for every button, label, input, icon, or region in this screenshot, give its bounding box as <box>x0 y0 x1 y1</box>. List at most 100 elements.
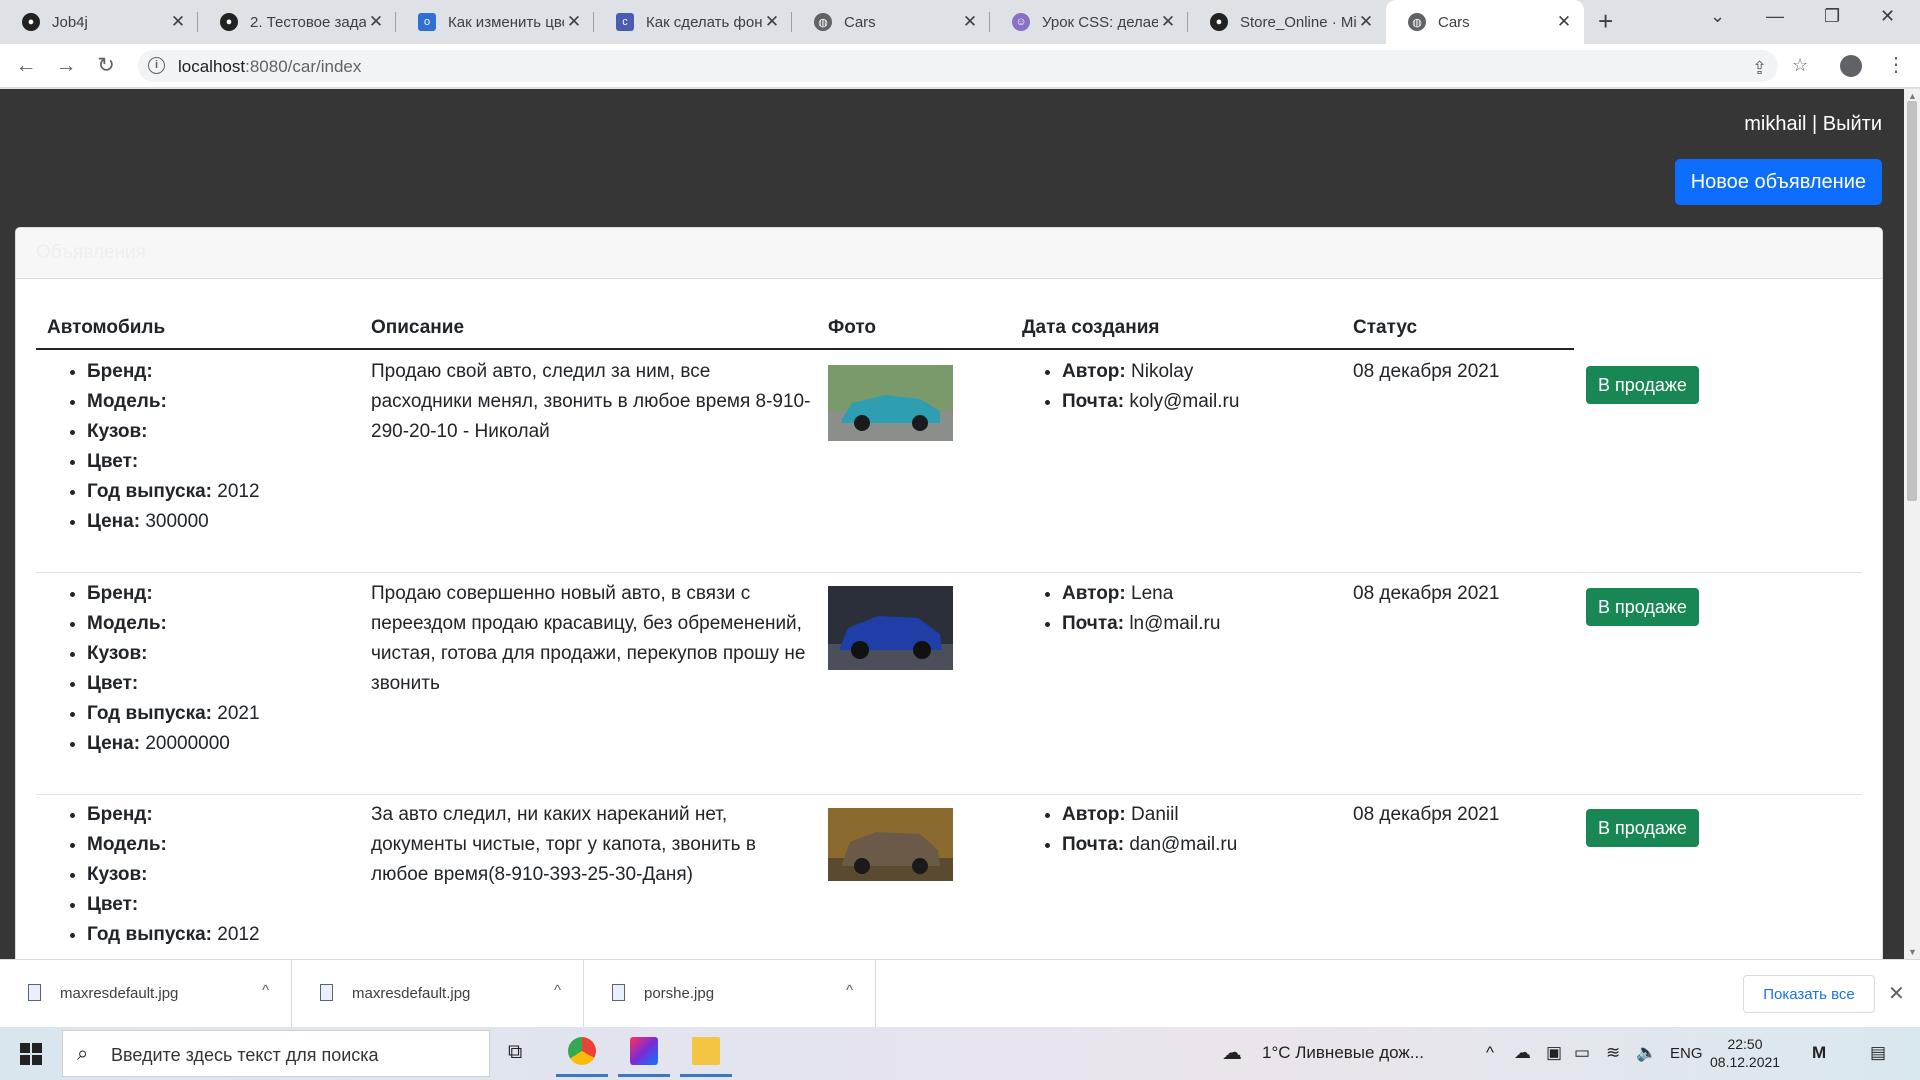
tray-expand-icon[interactable]: ^ <box>1486 1043 1494 1063</box>
github-icon: ● <box>1210 13 1228 31</box>
ads-card: Объявления Автомобиль Описание Фото Дата… <box>15 227 1883 959</box>
download-filename: maxresdefault.jpg <box>60 985 179 1002</box>
close-icon[interactable]: ✕ <box>1888 981 1905 1006</box>
task-view-icon[interactable]: ⧉ <box>508 1041 522 1064</box>
row-divider <box>36 794 1862 795</box>
clock-time: 22:50 <box>1727 1036 1763 1052</box>
battery-icon[interactable]: ▭ <box>1574 1043 1590 1063</box>
weather-icon[interactable]: ☁ <box>1222 1040 1242 1065</box>
row-divider <box>36 572 1862 573</box>
download-item[interactable]: porshe.jpg ^ <box>584 960 876 1028</box>
site-info-icon[interactable]: i <box>148 57 165 74</box>
tab-cars-1[interactable]: ◍ Cars ✕ <box>792 0 990 44</box>
taskbar-chrome[interactable] <box>552 1033 612 1077</box>
minimize-icon[interactable]: — <box>1766 6 1784 27</box>
close-icon[interactable]: ✕ <box>1158 12 1178 32</box>
table-row-1-description: Продаю свой авто, следил за ним, все рас… <box>371 361 811 442</box>
windows-taskbar: ⌕ Введите здесь текст для поиска ⧉ ☁ 1°C… <box>0 1027 1920 1080</box>
tab-css-lesson[interactable]: ☺ Урок CSS: делаем ✕ <box>990 0 1188 44</box>
user-logout-link[interactable]: mikhail | Выйти <box>1744 113 1882 136</box>
list-item: Модель: <box>87 387 260 417</box>
scroll-down-icon[interactable]: ▼ <box>1908 947 1917 957</box>
taskbar-intellij[interactable] <box>614 1033 674 1077</box>
weather-text[interactable]: 1°C Ливневые дож... <box>1262 1043 1424 1063</box>
list-item: Модель: <box>87 830 260 860</box>
tab-color[interactable]: o Как изменить цвет ✕ <box>396 0 594 44</box>
car-photo[interactable] <box>828 586 953 670</box>
windows-start-icon[interactable] <box>20 1043 42 1065</box>
app-tray-icon[interactable]: M <box>1812 1043 1826 1063</box>
active-indicator <box>680 1074 732 1077</box>
list-item: Почта: dan@mail.ru <box>1062 830 1237 860</box>
taskbar-clock[interactable]: 22:50 08.12.2021 <box>1710 1035 1780 1071</box>
list-item: Бренд: <box>87 800 260 830</box>
close-icon[interactable]: ✕ <box>564 12 584 32</box>
list-item: Автор: Nikolay <box>1062 357 1239 387</box>
close-icon[interactable]: ✕ <box>960 12 980 32</box>
table-row-1-author: Автор: Nikolay Почта: koly@mail.ru <box>1022 357 1239 417</box>
scroll-up-icon[interactable]: ▲ <box>1908 91 1917 101</box>
show-all-downloads-button[interactable]: Показать все <box>1743 975 1875 1013</box>
close-icon[interactable]: ✕ <box>1554 12 1574 32</box>
chevron-up-icon[interactable]: ^ <box>554 982 561 999</box>
taskbar-search-input[interactable]: ⌕ Введите здесь текст для поиска <box>62 1030 490 1077</box>
forward-icon[interactable]: → <box>52 52 80 80</box>
site-icon: ☺ <box>1012 13 1030 31</box>
share-icon[interactable]: ⇪ <box>1752 58 1767 79</box>
list-item: Кузов: <box>87 860 260 890</box>
taskbar-explorer[interactable] <box>676 1033 736 1077</box>
tab-background[interactable]: c Как сделать фон ✕ <box>594 0 792 44</box>
car-photo[interactable] <box>828 365 953 441</box>
download-item[interactable]: maxresdefault.jpg ^ <box>292 960 584 1028</box>
list-item: Цена: 300000 <box>87 507 260 537</box>
new-ad-button[interactable]: Новое объявление <box>1674 159 1882 205</box>
reload-icon[interactable]: ↻ <box>92 52 120 80</box>
wifi-icon[interactable]: ≋ <box>1606 1043 1620 1063</box>
tab-search-chevron-icon[interactable]: ⌄ <box>1710 6 1725 27</box>
status-badge[interactable]: В продаже <box>1586 366 1699 404</box>
address-bar[interactable]: i localhost:8080/car/index ⇪ <box>138 50 1778 82</box>
close-icon[interactable]: ✕ <box>762 12 782 32</box>
device-icon[interactable]: ▣ <box>1546 1043 1562 1063</box>
window-close-icon[interactable]: ✕ <box>1880 6 1895 27</box>
car-photo[interactable] <box>828 808 953 881</box>
tab-cars-active[interactable]: ◍ Cars ✕ <box>1386 0 1584 44</box>
list-item: Автор: Daniil <box>1062 800 1237 830</box>
list-item: Цена: 20000000 <box>87 729 260 759</box>
clock-date: 08.12.2021 <box>1710 1054 1781 1070</box>
list-item: Цвет: <box>87 669 260 699</box>
scrollbar-thumb[interactable] <box>1907 101 1917 501</box>
list-item: Бренд: <box>87 357 260 387</box>
profile-avatar-icon[interactable] <box>1840 55 1862 77</box>
close-icon[interactable]: ✕ <box>366 12 386 32</box>
list-item: Бренд: <box>87 579 260 609</box>
menu-kebab-icon[interactable]: ⋮ <box>1886 52 1906 77</box>
status-badge[interactable]: В продаже <box>1586 809 1699 847</box>
chevron-up-icon[interactable]: ^ <box>846 982 853 999</box>
browser-tabstrip: ● Job4j ✕ ● 2. Тестовое задание ✕ o Как … <box>0 0 1920 44</box>
chrome-icon <box>568 1037 596 1065</box>
bookmark-star-icon[interactable]: ☆ <box>1792 55 1808 76</box>
chevron-up-icon[interactable]: ^ <box>262 982 269 999</box>
notifications-icon[interactable]: ▤ <box>1870 1043 1886 1063</box>
page-scrollbar[interactable]: ▲ ▼ <box>1904 89 1920 959</box>
language-indicator[interactable]: ENG <box>1670 1045 1703 1062</box>
address-url[interactable]: localhost:8080/car/index <box>178 57 361 77</box>
tab-github-task[interactable]: ● 2. Тестовое задание ✕ <box>198 0 396 44</box>
intellij-icon <box>630 1037 658 1065</box>
new-tab-icon[interactable]: + <box>1598 6 1613 37</box>
table-header-divider <box>36 348 1574 350</box>
status-badge[interactable]: В продаже <box>1586 588 1699 626</box>
download-item[interactable]: maxresdefault.jpg ^ <box>0 960 292 1028</box>
download-filename: maxresdefault.jpg <box>352 985 471 1002</box>
close-icon[interactable]: ✕ <box>1356 12 1376 32</box>
tab-title: Store_Online · Mi <box>1240 13 1356 31</box>
close-icon[interactable]: ✕ <box>168 12 188 32</box>
tab-job4j[interactable]: ● Job4j ✕ <box>0 0 198 44</box>
restore-icon[interactable]: ❐ <box>1824 6 1840 27</box>
volume-icon[interactable]: 🔈 <box>1636 1043 1657 1063</box>
onedrive-icon[interactable]: ☁ <box>1514 1043 1531 1063</box>
image-file-icon <box>28 984 41 1001</box>
tab-store-online[interactable]: ● Store_Online · Mi ✕ <box>1188 0 1386 44</box>
back-icon[interactable]: ← <box>12 52 40 80</box>
